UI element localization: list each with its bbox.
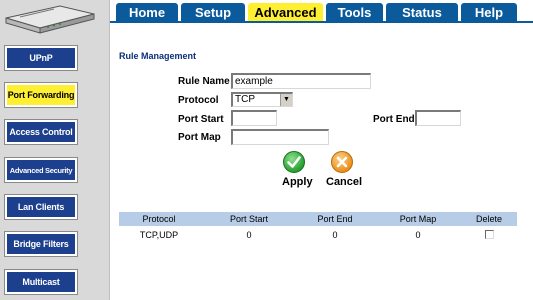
protocol-select[interactable]: TCP ▼ [231,92,293,107]
port-end-input[interactable] [415,110,461,126]
col-port-end-header: Port End [317,214,353,224]
tab-home[interactable]: Home [116,3,178,22]
checkmark-icon[interactable] [282,150,306,174]
port-map-input[interactable] [231,129,329,145]
col-port-start-header: Port Start [229,214,268,224]
nav-divider [110,21,533,23]
sidebar: UPnP Port Forwarding Access Control Adva… [0,0,98,300]
sidebar-item-bridge-filters[interactable]: Bridge Filters [4,231,78,257]
tab-advanced[interactable]: Advanced [248,3,323,22]
col-protocol-header: Protocol [142,214,176,224]
port-map-label: Port Map [178,132,221,143]
cell-port-end: 0 [332,230,338,240]
cell-port-start: 0 [246,230,252,240]
tab-status[interactable]: Status [386,3,458,22]
cell-protocol: TCP,UDP [139,230,179,240]
port-start-label: Port Start [178,114,224,125]
sidebar-item-port-forwarding[interactable]: Port Forwarding [4,82,78,108]
section-title: Rule Management [119,51,197,61]
sidebar-rail [98,0,110,300]
sidebar-item-advanced-security[interactable]: Advanced Security [4,157,78,183]
apply-button[interactable]: Apply [282,176,313,188]
chevron-down-icon[interactable]: ▼ [280,94,292,106]
rule-name-input[interactable]: example [231,73,371,89]
router-device-icon [5,5,95,34]
cell-port-map: 0 [415,230,421,240]
sidebar-item-upnp[interactable]: UPnP [4,45,78,71]
protocol-select-value: TCP [235,94,255,105]
sidebar-item-multicast[interactable]: Multicast [4,269,78,295]
delete-checkbox[interactable] [485,230,494,239]
protocol-label: Protocol [178,95,219,106]
port-end-label: Port End [373,114,415,125]
top-nav: Home Setup Advanced Tools Status Help [110,0,533,22]
tab-tools[interactable]: Tools [326,3,383,22]
tab-setup[interactable]: Setup [181,3,245,22]
col-port-map-header: Port Map [399,214,437,224]
col-delete-header: Delete [475,214,502,224]
sidebar-item-access-control[interactable]: Access Control [4,119,78,145]
port-start-input[interactable] [231,110,277,126]
sidebar-item-lan-clients[interactable]: Lan Clients [4,194,78,220]
rule-name-label: Rule Name [178,76,230,87]
x-icon[interactable] [330,150,354,174]
cancel-button[interactable]: Cancel [326,176,362,188]
tab-help[interactable]: Help [461,3,517,22]
